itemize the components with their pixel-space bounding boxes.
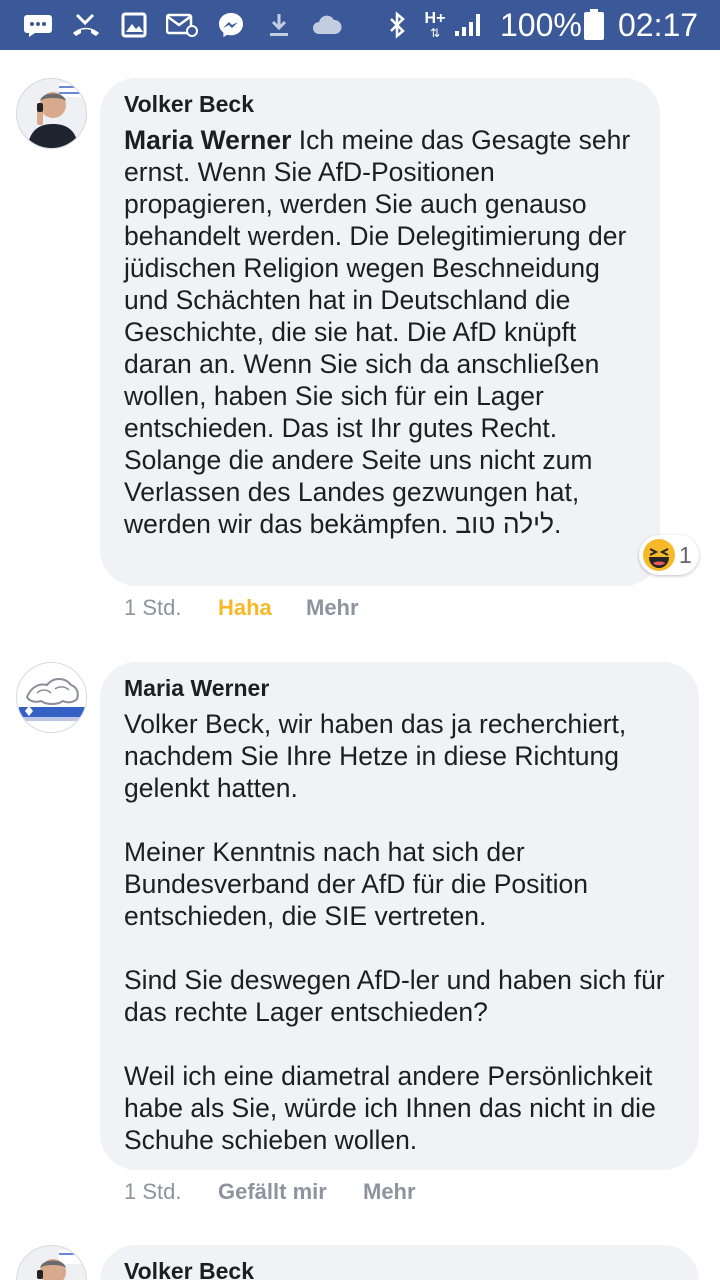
clock: 02:17 — [618, 7, 699, 43]
battery-icon — [582, 9, 606, 40]
comment-paragraph: Volker Beck, wir haben das ja recherchie… — [124, 709, 627, 803]
comment-timestamp[interactable]: 1 Std. — [124, 1178, 181, 1206]
comment-body: Ich meine das Gesagte sehr ernst. Wenn S… — [124, 125, 631, 539]
comment-paragraph: Weil ich eine diametral andere Persönlic… — [124, 1061, 656, 1155]
more-button[interactable]: Mehr — [306, 594, 359, 622]
avatar-volker-beck[interactable] — [16, 1245, 87, 1280]
comment-timestamp[interactable]: 1 Std. — [124, 594, 181, 622]
comment-bubble: Volker Beck — [100, 1245, 699, 1280]
reaction-count-badge[interactable]: 1 — [639, 535, 699, 575]
comment-text: Maria Werner Ich meine das Gesagte sehr … — [124, 124, 640, 540]
avatar-maria-werner[interactable] — [16, 662, 87, 733]
missed-call-icon — [70, 10, 102, 40]
comment-author[interactable]: Maria Werner — [124, 674, 269, 702]
network-type-icon: H+ ⇅ — [424, 10, 446, 40]
like-button[interactable]: Gefällt mir — [218, 1178, 327, 1206]
reaction-count: 1 — [679, 541, 692, 568]
haha-reaction-button[interactable]: Haha — [218, 594, 272, 622]
cloud-icon — [310, 10, 344, 40]
messenger-icon — [216, 10, 246, 40]
comment-bubble: Volker Beck Maria Werner Ich meine das G… — [100, 78, 660, 586]
signal-strength-icon — [452, 10, 486, 40]
comment-author[interactable]: Volker Beck — [124, 1257, 254, 1280]
laughing-emoji-icon — [643, 539, 675, 571]
bluetooth-icon — [386, 10, 408, 40]
status-bar: H+ ⇅ 100% 02:17 — [0, 0, 720, 50]
comment-text: Volker Beck, wir haben das ja recherchie… — [124, 708, 679, 1156]
download-icon — [266, 10, 292, 40]
avatar-volker-beck[interactable] — [16, 78, 87, 149]
gallery-icon — [120, 10, 148, 40]
comment-actions: 1 Std. Haha Mehr — [124, 594, 624, 622]
battery-percent: 100% — [500, 7, 582, 43]
comment-author[interactable]: Volker Beck — [124, 90, 254, 118]
comment-bubble: Maria Werner Volker Beck, wir haben das … — [100, 662, 699, 1170]
email-icon — [166, 10, 198, 40]
messages-icon — [22, 10, 54, 40]
comment-actions: 1 Std. Gefällt mir Mehr — [124, 1178, 624, 1206]
mention-link[interactable]: Maria Werner — [124, 125, 291, 155]
more-button[interactable]: Mehr — [363, 1178, 416, 1206]
comment-paragraph: Meiner Kenntnis nach hat sich der Bundes… — [124, 837, 589, 931]
comment-paragraph: Sind Sie deswegen AfD-ler und haben sich… — [124, 965, 665, 1027]
